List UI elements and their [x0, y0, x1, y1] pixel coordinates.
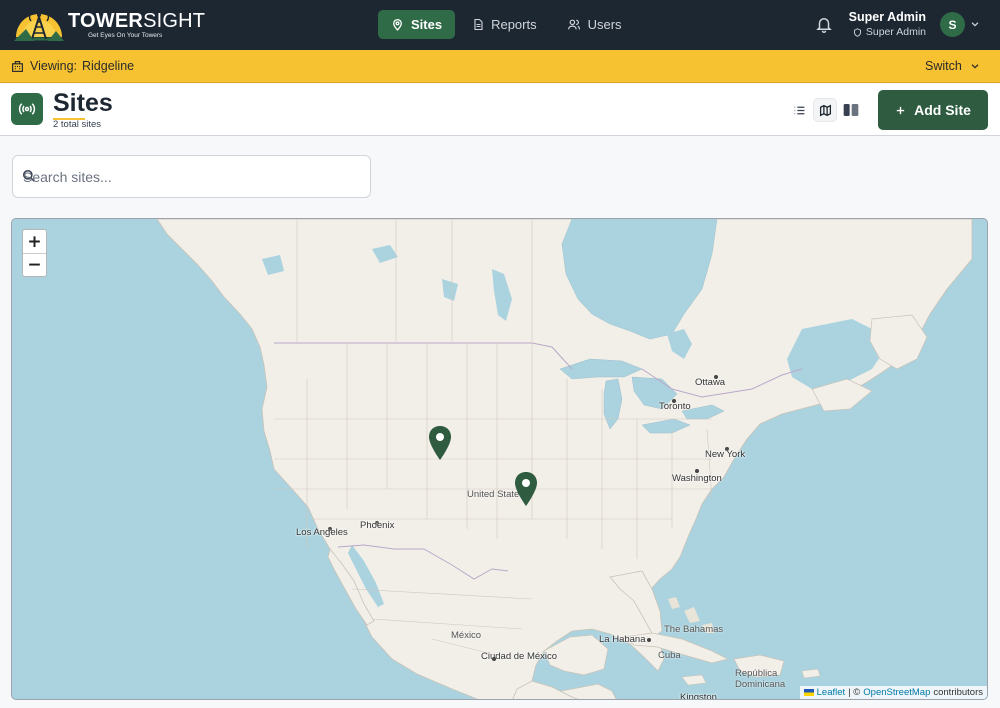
- broadcast-tower-icon: [11, 93, 43, 125]
- city-label-toronto: Toronto: [659, 401, 691, 412]
- city-label-los-angeles: Los Angeles: [296, 527, 348, 538]
- page-header: Sites 2 total sites Add Site: [0, 84, 1000, 136]
- nav-users[interactable]: Users: [554, 10, 635, 39]
- nav-sites-label: Sites: [411, 17, 443, 32]
- site-marker[interactable]: [515, 472, 537, 506]
- split-view-button[interactable]: [840, 99, 862, 121]
- nav-reports[interactable]: Reports: [459, 10, 550, 39]
- brand-logo[interactable]: TOWERSIGHT Get Eyes On Your Towers: [12, 6, 205, 44]
- map-basemap[interactable]: [12, 219, 988, 700]
- list-view-button[interactable]: [788, 99, 810, 121]
- context-label: Viewing:: [30, 59, 78, 73]
- attribution-separator: | ©: [848, 687, 861, 698]
- add-site-button[interactable]: Add Site: [878, 90, 988, 130]
- notification-bell-icon[interactable]: [815, 15, 833, 33]
- city-label-new-york: New York: [705, 449, 746, 460]
- zoom-out-button[interactable]: −: [23, 253, 46, 276]
- user-name: Super Admin: [848, 10, 926, 24]
- add-site-label: Add Site: [914, 102, 971, 118]
- attribution-contributors: contributors: [933, 687, 983, 698]
- map-view-button[interactable]: [814, 99, 836, 121]
- site-count: 2 total sites: [53, 119, 102, 130]
- top-navbar: TOWERSIGHT Get Eyes On Your Towers Sites…: [0, 0, 1000, 50]
- list-view-icon: [794, 106, 804, 114]
- users-icon: [567, 19, 580, 30]
- plus-icon: [896, 106, 905, 114]
- tower-sun-icon: [12, 7, 66, 43]
- city-dot: [647, 638, 651, 642]
- document-icon: [474, 18, 483, 31]
- ukraine-flag-icon: [803, 689, 814, 696]
- nav-sites[interactable]: Sites: [378, 10, 456, 39]
- map-attribution: Leaflet | © OpenStreetMap contributors: [799, 686, 987, 699]
- city-label-washington: Washington: [672, 473, 722, 484]
- chevron-down-icon: [971, 64, 979, 69]
- osm-link[interactable]: OpenStreetMap: [863, 687, 930, 698]
- nav-reports-label: Reports: [491, 17, 537, 32]
- zoom-in-button[interactable]: +: [23, 230, 46, 253]
- brand-name: TOWERSIGHT: [68, 9, 206, 32]
- search-box: [12, 155, 371, 198]
- leaflet-link[interactable]: Leaflet: [817, 687, 846, 698]
- city-label-la-habana: La Habana: [599, 634, 646, 645]
- context-value: Ridgeline: [82, 59, 135, 73]
- brand-tagline: Get Eyes On Your Towers: [88, 31, 163, 39]
- map-pin-icon: [393, 18, 402, 31]
- context-bar: Viewing: Ridgeline Switch: [0, 50, 1000, 83]
- avatar[interactable]: S: [940, 12, 965, 37]
- zoom-control: + −: [22, 229, 47, 277]
- user-menu[interactable]: Super Admin Super Admin: [846, 10, 926, 39]
- site-marker[interactable]: [429, 426, 451, 460]
- city-dot: [492, 657, 496, 661]
- chevron-down-icon[interactable]: [970, 19, 980, 29]
- nav-users-label: Users: [587, 17, 622, 32]
- country-label-mexico: México: [451, 630, 482, 641]
- city-label-ottawa: Ottawa: [695, 377, 726, 388]
- city-label-phoenix: Phoenix: [360, 520, 395, 531]
- switch-context-button[interactable]: Switch: [925, 59, 980, 73]
- country-label-bahamas: The Bahamas: [664, 624, 724, 635]
- view-mode-toggle: [788, 99, 862, 121]
- map-view-icon: [819, 104, 831, 116]
- user-role: Super Admin: [846, 25, 926, 39]
- shield-icon: [853, 27, 861, 37]
- split-view-icon: [843, 104, 859, 116]
- sites-map[interactable]: + − Ottawa Toronto New York Washington U…: [11, 218, 988, 700]
- country-label-cuba: Cuba: [658, 650, 681, 661]
- page-title: Sites: [53, 89, 113, 117]
- building-icon: [12, 61, 23, 72]
- switch-label: Switch: [925, 59, 962, 73]
- main-nav: Sites Reports Users: [378, 10, 639, 39]
- city-label-kingston: Kingston: [680, 692, 717, 700]
- search-input[interactable]: [23, 156, 363, 197]
